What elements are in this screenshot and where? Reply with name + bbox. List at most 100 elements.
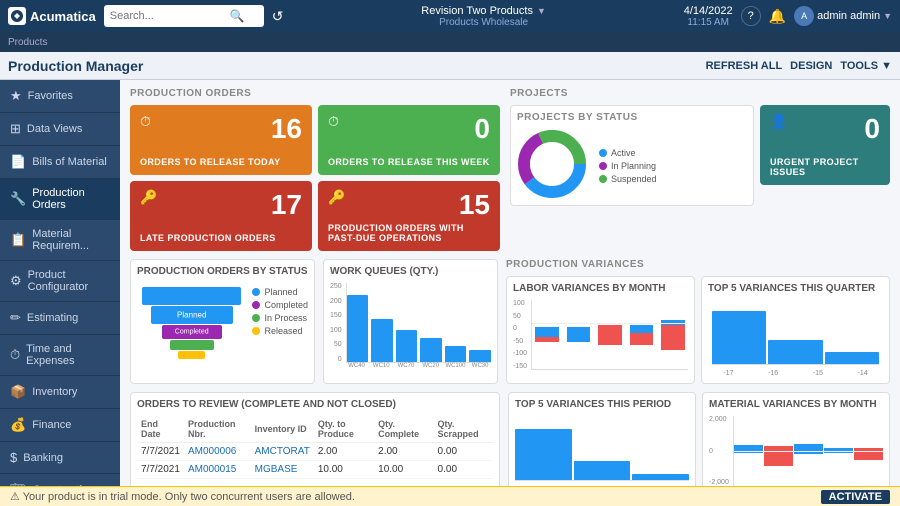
lbar3: [595, 300, 625, 369]
funnel-bar-1: [142, 287, 241, 305]
kpi-grid: ⏱ 16 ORDERS TO RELEASE TODAY ⏱ 0 ORDERS …: [130, 105, 500, 251]
sidebar-item-banking[interactable]: $ Banking: [0, 442, 120, 474]
orders-table: End Date Production Nbr. Inventory ID Qt…: [137, 416, 493, 479]
y-axis: 250200150100500: [330, 283, 344, 363]
sidebar-label-favorites: Favorites: [28, 90, 73, 102]
mat-bar3: [794, 444, 823, 454]
lbar1-neg: [535, 337, 559, 342]
kpi-late-label: LATE PRODUCTION ORDERS: [140, 233, 276, 243]
activate-button[interactable]: ACTIVATE: [821, 490, 890, 504]
lbar1-pos: [535, 327, 559, 337]
link-nbr-1[interactable]: AM000006: [188, 446, 236, 457]
table-body: 7/7/2021 AM000006 AMCTORAT 2.00 2.00 0.0…: [137, 443, 493, 479]
q-xl4: -14: [842, 370, 883, 377]
search-input[interactable]: [110, 10, 230, 22]
sidebar-label-dataviews: Data Views: [27, 123, 82, 135]
history-icon[interactable]: ↺: [272, 8, 284, 25]
col-inv-id: Inventory ID: [251, 416, 314, 443]
tools-button[interactable]: TOOLS ▼: [840, 60, 892, 72]
configurator-icon: ⚙: [10, 273, 22, 289]
x-wc40: WC40: [346, 363, 368, 369]
sidebar-item-material-req[interactable]: 📋 Material Requirem...: [0, 220, 120, 261]
by-status-title: PROJECTS BY STATUS: [517, 112, 747, 123]
revision-text: Revision Two Products: [421, 5, 533, 17]
logo[interactable]: Acumatica: [8, 7, 96, 25]
funnel-bar-2: Planned: [151, 306, 233, 324]
active-label: Active: [611, 148, 636, 158]
header-icons: ? 🔔 A admin admin ▼: [741, 6, 892, 26]
lbar4-neg: [630, 333, 654, 345]
sidebar-item-production-orders[interactable]: 🔧 Production Orders: [0, 179, 120, 220]
planned-label: Planned: [264, 287, 297, 297]
projects-content: PROJECTS BY STATUS: [510, 105, 890, 206]
legend-suspended: Suspended: [599, 174, 657, 184]
sidebar-label-bom: Bills of Material: [32, 156, 107, 168]
projects-title: PROJECTS: [510, 88, 890, 99]
variances-title: PRODUCTION VARIANCES: [506, 259, 890, 270]
nav-products[interactable]: Products: [8, 37, 47, 48]
planning-dot: [599, 162, 607, 170]
kpi-orders-week[interactable]: ⏱ 0 ORDERS TO RELEASE THIS WEEK: [318, 105, 500, 175]
kpi-urgent[interactable]: 👤 0 URGENT PROJECT ISSUES: [760, 105, 890, 185]
planning-label: In Planning: [611, 161, 656, 171]
lbar2-pos: [567, 327, 591, 342]
cell-qty-scrap-2: 0.00: [434, 461, 493, 479]
refresh-button[interactable]: REFRESH ALL: [706, 60, 783, 72]
p-bar2: [574, 461, 631, 480]
projects-by-status: PROJECTS BY STATUS: [510, 105, 754, 206]
status-bar: ⚠ Your product is in trial mode. Only tw…: [0, 486, 900, 506]
design-button[interactable]: DESIGN: [790, 60, 832, 72]
banking-icon: $: [10, 450, 17, 465]
col-prod-nbr: Production Nbr.: [184, 416, 251, 443]
labor-y-axis: 100500-50-100-150: [513, 300, 529, 370]
x-wc30: WC30: [469, 363, 491, 369]
lbar3-neg: [598, 325, 622, 345]
search-bar[interactable]: 🔍: [104, 5, 264, 27]
kpi-late-value: 17: [140, 189, 302, 221]
header-center: Revision Two Products ▼ Products Wholesa…: [291, 5, 675, 28]
sidebar-item-bom[interactable]: 📄 Bills of Material: [0, 146, 120, 179]
revision-dropdown[interactable]: ▼: [537, 6, 546, 16]
cell-nbr-1: AM000006: [184, 443, 251, 461]
cell-qty-prod-2: 10.00: [314, 461, 374, 479]
link-inv-1[interactable]: AMCTORAT: [255, 446, 310, 457]
link-inv-2[interactable]: MGBASE: [255, 464, 298, 475]
admin-menu[interactable]: A admin admin ▼: [794, 6, 892, 26]
sidebar-label-banking: Banking: [23, 452, 63, 464]
x-wc100: WC100: [445, 363, 467, 369]
donut-container: Active In Planning Suspended: [517, 129, 747, 199]
sidebar-label-estimating: Estimating: [27, 312, 78, 324]
sidebar-item-favorites[interactable]: ★ Favorites: [0, 80, 120, 113]
cell-inv-2: MGBASE: [251, 461, 314, 479]
table-row: 7/7/2021 AM000015 MGBASE 10.00 10.00 0.0…: [137, 461, 493, 479]
cell-qty-comp-1: 2.00: [374, 443, 433, 461]
sidebar-item-time-expenses[interactable]: ⏱ Time and Expenses: [0, 335, 120, 376]
cell-qty-comp-2: 10.00: [374, 461, 433, 479]
sidebar-item-inventory[interactable]: 📦 Inventory: [0, 376, 120, 409]
cell-qty-scrap-1: 0.00: [434, 443, 493, 461]
sub-header: Production Manager REFRESH ALL DESIGN TO…: [0, 52, 900, 80]
sidebar-item-estimating[interactable]: ✏ Estimating: [0, 302, 120, 335]
sidebar-item-dataviews[interactable]: ⊞ Data Views: [0, 113, 120, 146]
lbar4: [627, 300, 657, 369]
date-time: 4/14/2022 11:15 AM: [684, 5, 733, 28]
question-icon[interactable]: ?: [741, 6, 761, 26]
funnel-bar-3: Completed: [162, 325, 222, 339]
page-title: Production Manager: [8, 58, 143, 74]
x-wc20: WC20: [420, 363, 442, 369]
lbar5-neg: [661, 325, 685, 350]
bar-wc10: [371, 319, 393, 362]
p-bar3: [632, 474, 689, 480]
kpi-orders-today[interactable]: ⏱ 16 ORDERS TO RELEASE TODAY: [130, 105, 312, 175]
completed-dot: [252, 301, 260, 309]
link-nbr-2[interactable]: AM000015: [188, 464, 236, 475]
sidebar-item-finance[interactable]: 💰 Finance: [0, 409, 120, 442]
bell-icon[interactable]: 🔔: [769, 8, 786, 25]
kpi-late-orders[interactable]: 🔑 17 LATE PRODUCTION ORDERS: [130, 181, 312, 251]
sidebar-item-configurator[interactable]: ⚙ Product Configurator: [0, 261, 120, 302]
kpi-week-value: 0: [328, 113, 490, 145]
legend-inprocess: In Process: [252, 313, 308, 323]
mat-y-axis: 2,0000-2,000: [709, 416, 731, 486]
revision-sub: Products Wholesale: [439, 17, 528, 28]
kpi-past-due[interactable]: 🔑 15 PRODUCTION ORDERS WITH PAST-DUE OPE…: [318, 181, 500, 251]
